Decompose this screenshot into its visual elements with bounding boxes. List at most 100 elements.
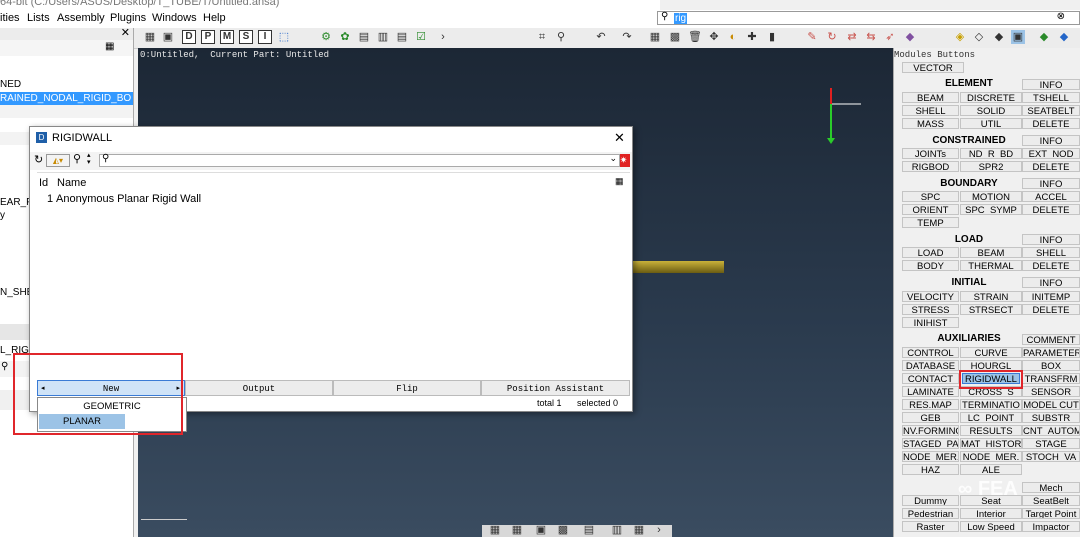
menu-windows[interactable]: Windows xyxy=(152,12,197,24)
transform-icon[interactable]: ⇄ xyxy=(845,30,859,44)
shape-icon[interactable]: ◆ xyxy=(903,30,917,44)
view-icon[interactable]: ▦ xyxy=(488,523,502,537)
lc-point-button[interactable]: LC_POINT xyxy=(960,412,1022,423)
spc-button[interactable]: SPC xyxy=(902,191,959,202)
spr2-button[interactable]: SPR2 xyxy=(960,161,1022,172)
calc-icon[interactable]: ▩ xyxy=(668,30,682,44)
select-icon[interactable]: ⬚ xyxy=(277,30,291,44)
pencil-icon[interactable]: ✎ xyxy=(805,30,819,44)
constrained-section[interactable]: CONSTRAINED xyxy=(914,135,1024,147)
info-button[interactable]: INFO xyxy=(1022,135,1080,146)
settings-icon[interactable]: ▦ xyxy=(105,41,114,52)
strain-button[interactable]: STRAIN xyxy=(960,291,1022,302)
move-icon[interactable]: ✥ xyxy=(707,30,721,44)
res-map-button[interactable]: RES.MAP xyxy=(902,399,959,410)
view-icon[interactable]: ▩ xyxy=(556,523,570,537)
spinner-icon[interactable]: ▴ ▾ xyxy=(87,152,91,166)
menu-plugins[interactable]: Plugins xyxy=(110,12,146,24)
mass-button[interactable]: MASS xyxy=(902,118,959,129)
stage-button[interactable]: STAGE xyxy=(1022,438,1080,449)
zoom-icon[interactable]: ⚲ xyxy=(554,30,568,44)
auxiliaries-section[interactable]: AUXILIARIES xyxy=(914,333,1024,345)
close-icon[interactable]: ✕ xyxy=(614,130,625,146)
p-icon[interactable]: P xyxy=(201,30,215,44)
discrete-button[interactable]: DISCRETE xyxy=(960,92,1022,103)
list-item[interactable] xyxy=(0,105,133,118)
lamp-icon[interactable]: ◐ xyxy=(726,30,740,44)
ale-button[interactable]: ALE xyxy=(960,464,1022,475)
strsect-button[interactable]: STRSECT xyxy=(960,304,1022,315)
load-section[interactable]: LOAD xyxy=(914,234,1024,246)
check-icon[interactable]: ☑ xyxy=(414,30,428,44)
flip-button[interactable]: Flip xyxy=(333,380,481,396)
arrow-icon[interactable]: ➶ xyxy=(883,30,897,44)
raster-button[interactable]: Raster xyxy=(902,521,959,532)
output-button[interactable]: Output xyxy=(185,380,333,396)
column-name[interactable]: Name xyxy=(57,177,86,189)
element-section[interactable]: ELEMENT xyxy=(914,78,1024,90)
delete-button[interactable]: DELETE xyxy=(1022,304,1080,315)
list-item[interactable]: NED xyxy=(0,78,133,91)
view-icon[interactable]: ▤ xyxy=(582,523,596,537)
filter-type-dropdown[interactable]: ◭▾ xyxy=(46,154,70,167)
vector-button[interactable]: VECTOR xyxy=(902,62,964,73)
laminate-button[interactable]: LAMINATE xyxy=(902,386,959,397)
refresh-icon[interactable]: ✿ xyxy=(338,30,352,44)
info-button[interactable]: INFO xyxy=(1022,79,1080,90)
beam-button[interactable]: BEAM xyxy=(902,92,959,103)
table-row[interactable]: 1 Anonymous Planar Rigid Wall xyxy=(37,193,630,206)
geb-button[interactable]: GEB xyxy=(902,412,959,423)
accel-button[interactable]: ACCEL xyxy=(1022,191,1080,202)
chevron-right-icon[interactable]: › xyxy=(652,523,666,537)
stoch-va-button[interactable]: STOCH_VA xyxy=(1022,451,1080,462)
curve-button[interactable]: CURVE xyxy=(960,347,1022,358)
swap-icon[interactable]: ⇆ xyxy=(864,30,878,44)
orient-button[interactable]: ORIENT xyxy=(902,204,959,215)
d-icon[interactable]: D xyxy=(182,30,196,44)
menu-lists[interactable]: Lists xyxy=(27,12,50,24)
low-speed-button[interactable]: Low Speed xyxy=(960,521,1022,532)
undo-icon[interactable]: ↶ xyxy=(594,30,608,44)
info-button[interactable]: INFO xyxy=(1022,234,1080,245)
menu-help[interactable]: Help xyxy=(203,12,226,24)
view-icon[interactable]: ▥ xyxy=(610,523,624,537)
panel-icon[interactable]: ▮ xyxy=(765,30,779,44)
box-button[interactable]: BOX xyxy=(1022,360,1080,371)
menu-assembly[interactable]: Assembly xyxy=(57,12,105,24)
modules-toggle-icon[interactable]: ▣ xyxy=(1011,30,1025,44)
contact-button[interactable]: CONTACT xyxy=(902,373,959,384)
pedestrian-button[interactable]: Pedestrian xyxy=(902,508,959,519)
mech-button[interactable]: Mech xyxy=(1022,482,1080,493)
green-diamond-icon[interactable]: ◆ xyxy=(1037,30,1051,44)
staged-pa-button[interactable]: STAGED_PA xyxy=(902,438,959,449)
mat-histor-button[interactable]: MAT_HISTOR xyxy=(960,438,1022,449)
impactor-button[interactable]: Impactor xyxy=(1022,521,1080,532)
view-icon[interactable]: ▦ xyxy=(510,523,524,537)
nv-forming-button[interactable]: NV.FORMING xyxy=(902,425,959,436)
search-mode-icon[interactable]: ⚲ xyxy=(73,152,81,165)
transfrm-button[interactable]: TRANSFRM xyxy=(1022,373,1080,384)
delete-button[interactable]: DELETE xyxy=(1022,204,1080,215)
initial-section[interactable]: INITIAL xyxy=(914,277,1024,289)
node-mer-button[interactable]: NODE_MER. xyxy=(960,451,1022,462)
joints-button[interactable]: JOINTs xyxy=(902,148,959,159)
view-icon[interactable]: ▣ xyxy=(534,523,548,537)
beam-part[interactable] xyxy=(630,261,724,273)
info-button[interactable]: INFO xyxy=(1022,277,1080,288)
chevron-down-icon[interactable]: ⌄ xyxy=(609,153,617,164)
filter-input[interactable]: ⚲ ⌄ xyxy=(99,153,620,167)
s-icon[interactable]: S xyxy=(239,30,253,44)
m-icon[interactable]: M xyxy=(220,30,234,44)
comment-button[interactable]: COMMENT xyxy=(1022,334,1080,345)
parameter-button[interactable]: PARAMETER xyxy=(1022,347,1080,358)
search-box[interactable]: ⚲ rig ⊗ xyxy=(657,11,1080,25)
seatbelt-button[interactable]: SEATBELT xyxy=(1022,105,1080,116)
blue-diamond-icon[interactable]: ◆ xyxy=(1057,30,1071,44)
zoom-box-icon[interactable]: ⌗ xyxy=(535,30,549,44)
tag-icon[interactable]: ◈ xyxy=(953,30,967,44)
results-button[interactable]: RESULTS xyxy=(960,425,1022,436)
velocity-button[interactable]: VELOCITY xyxy=(902,291,959,302)
list-item-selected[interactable]: RAINED_NODAL_RIGID_BO xyxy=(0,92,133,105)
temp-button[interactable]: TEMP xyxy=(902,217,959,228)
rotate-icon[interactable]: ↻ xyxy=(825,30,839,44)
